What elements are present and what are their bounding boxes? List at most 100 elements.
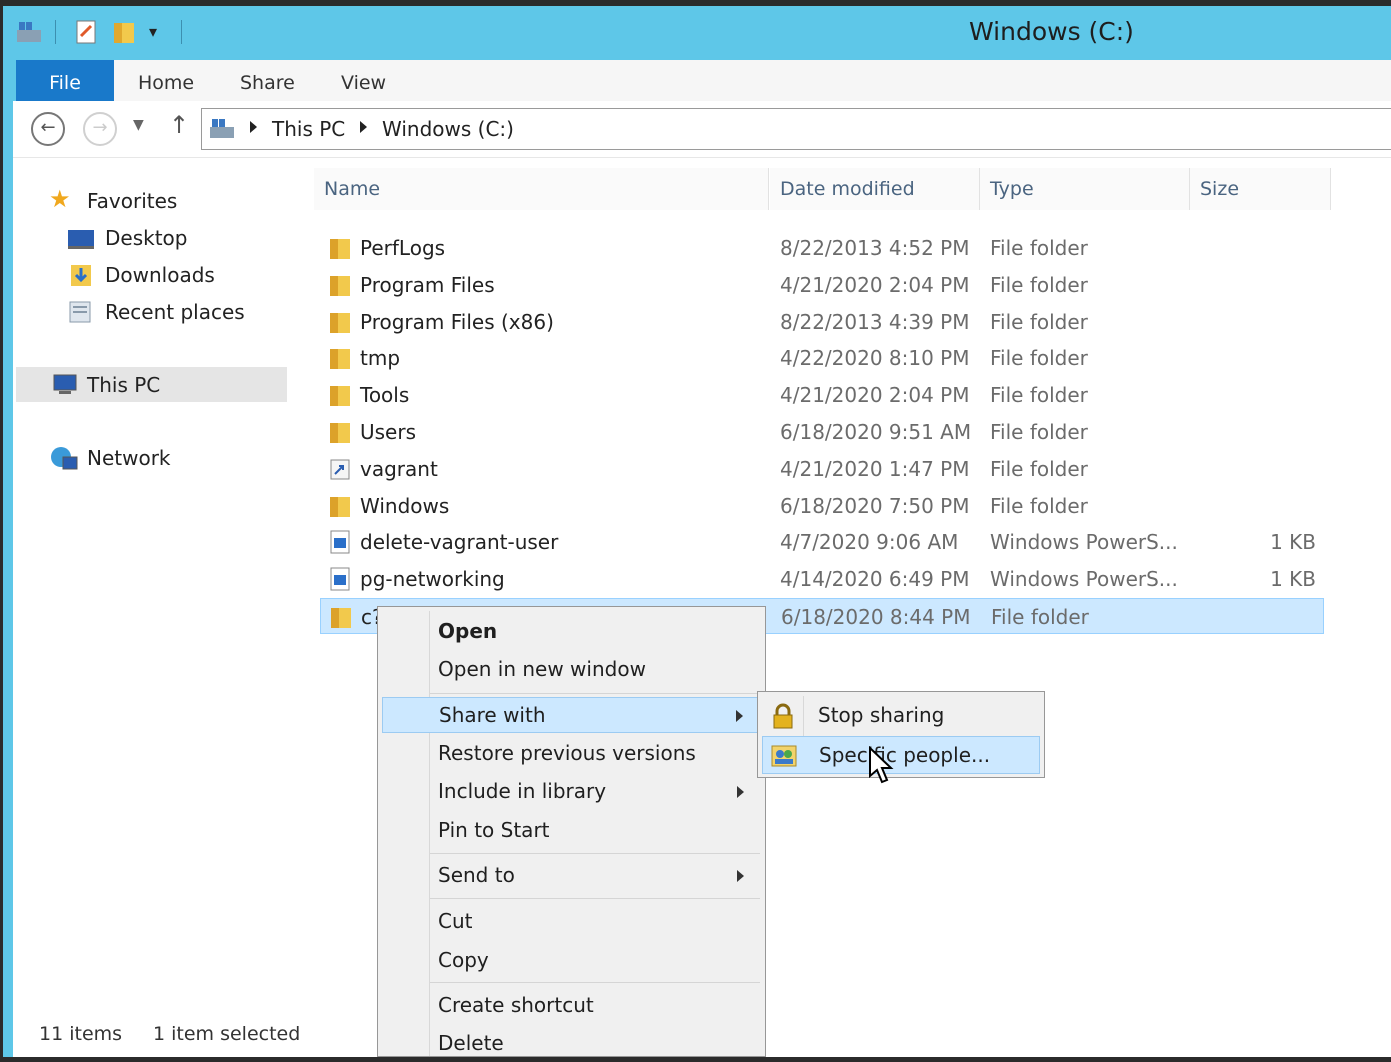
file-type: File folder <box>990 346 1088 371</box>
menu-item-include-in-library[interactable]: Include in library <box>382 774 758 810</box>
file-date: 4/7/2020 9:06 AM <box>780 530 959 555</box>
file-type: File folder <box>990 493 1088 518</box>
back-button[interactable]: ← <box>31 112 65 146</box>
properties-icon[interactable] <box>73 18 101 46</box>
file-row[interactable]: vagrant 4/21/2020 1:47 PM File folder <box>320 451 1324 487</box>
customize-qa-dropdown-icon[interactable]: ▾ <box>149 22 157 50</box>
tab-home[interactable]: Home <box>138 60 194 106</box>
menu-item-create-shortcut[interactable]: Create shortcut <box>382 988 758 1024</box>
nav-this-pc[interactable]: This PC <box>87 373 160 397</box>
menu-separator <box>430 982 760 983</box>
new-folder-icon[interactable] <box>111 18 139 46</box>
submenu-arrow-icon <box>737 786 744 798</box>
file-row[interactable]: Users 6/18/2020 9:51 AM File folder <box>320 414 1324 450</box>
nav-network[interactable]: Network <box>87 446 171 470</box>
breadcrumb-arrow-icon[interactable] <box>360 121 367 133</box>
folder-icon <box>330 386 350 407</box>
recent-locations-dropdown-icon[interactable]: ▼ <box>133 117 144 133</box>
nav-desktop[interactable]: Desktop <box>105 226 187 250</box>
menu-item-pin-to-start[interactable]: Pin to Start <box>382 813 758 849</box>
file-date: 6/18/2020 9:51 AM <box>780 420 972 444</box>
file-row[interactable]: pg-networking 4/14/2020 6:49 PM Windows Po… <box>320 561 1324 597</box>
file-date: 6/18/2020 7:50 PM <box>780 493 970 518</box>
file-row[interactable]: Windows 6/18/2020 7:50 PM File folder <box>320 488 1324 524</box>
item-count: 11 items <box>39 1023 123 1045</box>
menu-item-copy[interactable]: Copy <box>382 943 758 979</box>
menu-item-label: Cut <box>438 909 473 933</box>
navigation-pane: ★ Favorites Desktop Downloads Recent pla… <box>13 158 290 1057</box>
breadcrumb-windows-c[interactable]: Windows (C:) <box>382 117 514 141</box>
folder-icon <box>330 423 350 443</box>
nav-favorites[interactable]: Favorites <box>87 189 177 213</box>
context-menu: Open Open in new window Share with Resto… <box>377 606 766 1057</box>
mouse-cursor-icon <box>869 746 894 784</box>
up-button[interactable]: ↑ <box>169 111 189 139</box>
file-name: Tools <box>360 383 410 408</box>
menu-item-open[interactable]: Open <box>382 614 758 650</box>
menu-item-label: Pin to Start <box>438 818 550 842</box>
tab-share[interactable]: Share <box>240 60 295 106</box>
file-row[interactable]: Tools 4/21/2020 2:04 PM File folder <box>320 377 1324 413</box>
nav-downloads[interactable]: Downloads <box>105 263 215 287</box>
folder-icon <box>330 496 350 517</box>
menu-item-cut[interactable]: Cut <box>382 904 758 940</box>
menu-item-stop-sharing[interactable]: Stop sharing <box>762 697 1040 735</box>
menu-separator <box>430 693 760 694</box>
menu-item-label: Open in new window <box>438 657 646 681</box>
file-row[interactable]: Program Files (x86) 8/22/2013 4:39 PM File… <box>320 304 1324 340</box>
menu-item-open-new-window[interactable]: Open in new window <box>382 652 758 688</box>
menu-separator <box>430 898 760 899</box>
address-bar[interactable]: This PC Windows (C:) <box>201 108 1391 150</box>
file-row[interactable]: tmp 4/22/2020 8:10 PM File folder <box>320 340 1324 376</box>
file-name: delete-vagrant-user <box>360 530 559 555</box>
window-title: Windows (C:) <box>969 17 1134 46</box>
file-name: Program Files (x86) <box>360 309 554 334</box>
tab-view[interactable]: View <box>341 60 386 106</box>
file-type: File folder <box>990 383 1088 408</box>
file-size: 1 KB <box>1270 567 1316 592</box>
file-row[interactable]: Program Files 4/21/2020 2:04 PM File folde… <box>320 267 1324 303</box>
menu-item-specific-people[interactable]: Specific people... <box>762 736 1040 774</box>
file-date: 4/21/2020 2:04 PM <box>780 272 970 297</box>
menu-item-send-to[interactable]: Send to <box>382 858 758 894</box>
file-name: PerfLogs <box>360 236 446 260</box>
people-icon <box>771 745 797 767</box>
file-name: Windows <box>360 493 450 518</box>
file-name: pg-networking <box>360 567 505 592</box>
file-date: 4/14/2020 6:49 PM <box>780 567 970 592</box>
menu-item-share-with[interactable]: Share with <box>382 697 758 733</box>
column-header-size[interactable]: Size <box>1190 168 1331 210</box>
file-type: File folder <box>990 236 1088 260</box>
submenu-arrow-icon <box>737 870 744 882</box>
column-header-type[interactable]: Type <box>980 168 1190 210</box>
recent-places-icon <box>69 301 91 323</box>
tab-file[interactable]: File <box>16 60 114 106</box>
menu-item-restore-previous-versions[interactable]: Restore previous versions <box>382 736 758 772</box>
file-date: 4/21/2020 1:47 PM <box>780 456 970 481</box>
menu-item-label: Delete <box>438 1031 504 1055</box>
lock-icon <box>773 703 793 729</box>
desktop-icon <box>68 230 94 249</box>
file-date: 8/22/2013 4:52 PM <box>780 236 970 260</box>
column-header-date[interactable]: Date modified <box>770 168 980 210</box>
drive-icon[interactable] <box>15 18 43 46</box>
forward-button[interactable]: → <box>83 112 117 146</box>
column-header-name[interactable]: Name <box>314 168 769 210</box>
nav-recent-places[interactable]: Recent places <box>105 300 245 324</box>
file-size: 1 KB <box>1270 530 1316 555</box>
menu-item-label: Restore previous versions <box>438 741 696 765</box>
share-with-submenu: Stop sharing Specific people... <box>757 691 1045 778</box>
folder-icon <box>330 275 350 296</box>
breadcrumb-arrow-icon[interactable] <box>250 121 257 133</box>
powershell-file-icon <box>330 567 350 591</box>
file-name: Users <box>360 420 417 444</box>
menu-item-label: Create shortcut <box>438 993 594 1017</box>
file-type: File folder <box>990 309 1088 334</box>
breadcrumb-this-pc[interactable]: This PC <box>272 117 345 141</box>
file-row[interactable]: delete-vagrant-user 4/7/2020 9:06 AM Windo… <box>320 524 1324 560</box>
computer-icon <box>53 374 77 394</box>
ribbon: File Home Share View <box>16 60 1391 107</box>
address-row: ← → ▼ ↑ This PC Windows (C:) <box>13 101 1391 158</box>
file-row[interactable]: PerfLogs 8/22/2013 4:52 PM File folder <box>320 230 1324 266</box>
file-type: File folder <box>990 456 1088 481</box>
